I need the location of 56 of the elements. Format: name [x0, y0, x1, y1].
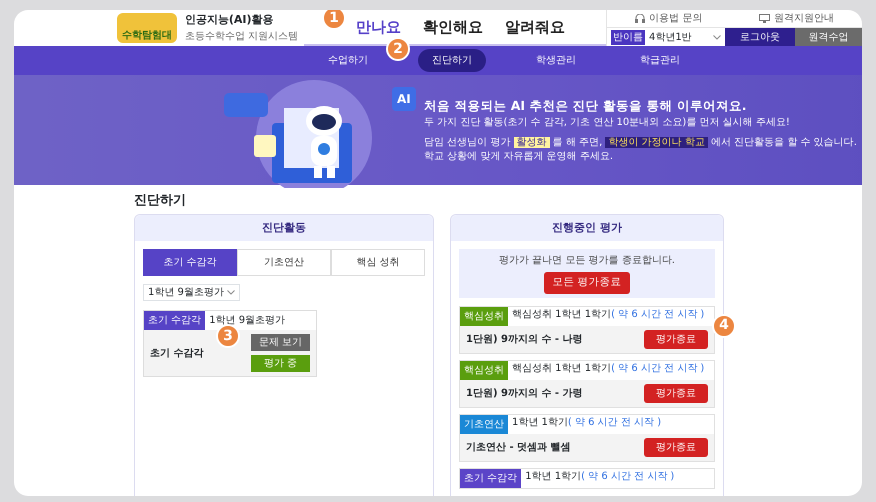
end-assessment-button[interactable]: 평가종료: [644, 384, 708, 403]
main-menu-item[interactable]: 확인해요: [423, 16, 483, 38]
item-meta: 1학년 1학기( 약 6 시간 전 시작 ): [525, 470, 674, 484]
view-questions-button[interactable]: 문제 보기: [250, 334, 310, 351]
end-assessment-button[interactable]: 평가종료: [644, 330, 708, 349]
end-assessment-button[interactable]: 평가종료: [644, 438, 708, 457]
hero-subline: 두 가지 진단 활동(초기 수 감각, 기초 연산 10분내외 소요)를 먼저 실시해 주세요!: [424, 116, 791, 130]
logout-button[interactable]: 로그아웃: [725, 28, 795, 46]
notice-text: 평가가 끝나면 모든 평가를 종료합니다.: [498, 254, 676, 268]
headset-icon: [635, 14, 646, 23]
category-badge: 기초연산: [460, 414, 508, 434]
panel-title: 진행중인 평가: [451, 214, 723, 241]
category-badge: 핵심성취: [460, 306, 508, 326]
util-link[interactable]: 이용법 문의: [635, 11, 702, 26]
chevron-down-icon: [713, 34, 721, 40]
class-value: 4학년1반: [649, 30, 693, 44]
end-all-button[interactable]: 모든 평가종료: [544, 272, 630, 294]
remote-class-button[interactable]: 원격수업: [795, 28, 862, 46]
tab[interactable]: 초기 수감각: [143, 249, 237, 276]
item-meta: 1학년 1학기( 약 6 시간 전 시작 ): [512, 416, 662, 430]
item-name: 1단원) 9까지의 수 - 나령: [466, 332, 583, 347]
step-number-marker: 4: [712, 314, 736, 338]
step-number-marker: 2: [386, 37, 410, 61]
ai-badge: AI: [392, 87, 416, 111]
hero-description: 담임 선생님이 평가 활성화 를 해 주면, 학생이 가정이나 학교 에서 진단활동을 할 수 있습니다.: [424, 136, 857, 150]
chevron-down-icon: [227, 290, 236, 295]
hero-headline: 처음 적용되는 AI 추천은 진단 활동을 통해 이루어져요.: [424, 96, 748, 115]
filter-dropdown[interactable]: 1학년 9월초평가: [143, 284, 240, 301]
class-badge: 반이름: [611, 30, 645, 44]
item-meta: 핵심성취 1학년 1학기( 약 6 시간 전 시작 ): [512, 308, 704, 322]
hero-description: 학교 상황에 맞게 자유롭게 운영해 주세요.: [424, 150, 614, 164]
section-title: 진단하기: [134, 192, 187, 210]
tab[interactable]: 핵심 성취: [331, 249, 425, 276]
logo[interactable]: 수학탐험대: [116, 13, 177, 43]
category-badge: 초기 수감각: [460, 468, 522, 488]
tab[interactable]: 기초연산: [237, 249, 331, 276]
main-menu-item[interactable]: 만나요: [356, 16, 401, 38]
sub-nav-item[interactable]: 수업하기: [314, 49, 382, 72]
site-subtitle: 초등수학수업 지원시스템: [184, 30, 298, 44]
monitor-icon: [758, 14, 770, 23]
item-name: 1단원) 9까지의 수 - 가령: [466, 386, 583, 401]
main-menu-item[interactable]: 알려줘요: [505, 16, 565, 38]
panel-title: 진단활동: [135, 214, 433, 241]
class-select[interactable]: 반이름 4학년1반: [607, 28, 725, 46]
category-badge: 초기 수감각: [144, 311, 206, 330]
sub-nav-item[interactable]: 학생관리: [522, 49, 590, 72]
util-link[interactable]: 원격지원안내: [758, 11, 834, 26]
item-name: 기초연산 - 덧셈과 뺄셈: [466, 440, 571, 455]
card-name: 초기 수감각: [150, 346, 204, 360]
category-badge: 핵심성취: [460, 360, 508, 380]
sub-nav-item[interactable]: 학급관리: [626, 49, 694, 72]
step-number-marker: 1: [322, 10, 346, 30]
site-title: 인공지능(AI)활용: [184, 12, 274, 28]
step-number-marker: 3: [216, 324, 240, 348]
sub-nav-item[interactable]: 진단하기: [418, 49, 486, 72]
item-meta: 핵심성취 1학년 1학기( 약 6 시간 전 시작 ): [512, 362, 704, 376]
